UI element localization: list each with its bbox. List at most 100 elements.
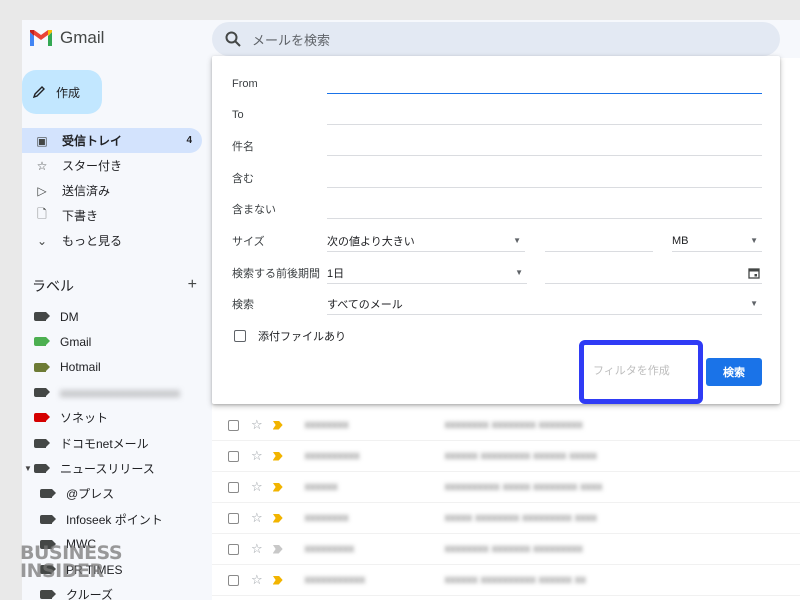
- sidebar-item-more[interactable]: ⌄ もっと見る: [22, 228, 202, 253]
- add-label-button[interactable]: +: [188, 276, 197, 296]
- list-item[interactable]: ☆ xxxxxx xxxxxxxxxx xxxxx xxxxxxxx xxxx: [212, 472, 800, 503]
- sidebar-item-sent[interactable]: ▷ 送信済み: [22, 178, 202, 203]
- gmail-m-icon: [30, 30, 52, 46]
- label-tag-icon: [34, 463, 50, 473]
- sender: xxxxxxxx: [304, 512, 349, 524]
- label-item-infoseek[interactable]: Infoseek ポイント: [22, 506, 202, 531]
- list-item[interactable]: ☆ xxxxxxxxxx xxxxxx xxxxxxxxx xxxxxx xxxxx: [212, 441, 800, 472]
- sidebar-item-inbox[interactable]: ▣ 受信トレイ 4: [22, 128, 202, 153]
- label-item-hotmail[interactable]: Hotmail: [22, 355, 202, 380]
- label-item-gmail[interactable]: Gmail: [22, 329, 202, 354]
- has-attachment-checkbox[interactable]: [234, 330, 246, 342]
- search-scope-select[interactable]: すべてのメール ▼: [327, 293, 762, 315]
- subject: xxxxxx xxxxxxxxx xxxxxx xxxxx: [444, 450, 597, 462]
- star-icon[interactable]: ☆: [251, 572, 263, 588]
- create-filter-highlight: フィルタを作成: [579, 340, 703, 404]
- search-input[interactable]: メールを検索: [252, 30, 330, 49]
- sidebar-item-label: もっと見る: [62, 234, 123, 248]
- search-scope-label: 検索: [232, 299, 254, 311]
- unread-count: 4: [186, 135, 192, 146]
- row-checkbox[interactable]: [228, 419, 239, 431]
- doesnt-have-field[interactable]: 含まない: [232, 197, 762, 221]
- label-tag-icon: [34, 438, 50, 448]
- label-item-dm[interactable]: DM: [22, 304, 202, 329]
- list-item[interactable]: ☆ xxxxxxxx xxxxxxxx xxxxxxxx xxxxxxxx: [212, 410, 800, 441]
- important-icon[interactable]: [272, 575, 283, 585]
- row-checkbox[interactable]: [228, 512, 239, 524]
- important-icon[interactable]: [272, 420, 283, 430]
- row-checkbox[interactable]: [228, 574, 239, 586]
- size-unit-select[interactable]: MB ▼: [672, 230, 762, 252]
- date-input[interactable]: [545, 262, 762, 284]
- label-name: Gmail: [60, 334, 92, 349]
- create-filter-button[interactable]: フィルタを作成: [593, 362, 670, 378]
- label-item-docomo[interactable]: ドコモnetメール: [22, 430, 202, 455]
- to-underline: [327, 124, 762, 125]
- important-icon[interactable]: [272, 544, 283, 554]
- search-filter-dialog: From To 件名 含む 含まない サイズ 次の値より大きい ▼ MB ▼ 検…: [212, 56, 780, 404]
- from-field[interactable]: From: [232, 72, 762, 96]
- star-icon[interactable]: ☆: [251, 541, 263, 557]
- sidebar-item-drafts[interactable]: 🗋 下書き: [22, 203, 202, 228]
- subject-field[interactable]: 件名: [232, 134, 762, 158]
- size-value-input[interactable]: [545, 230, 653, 252]
- row-checkbox[interactable]: [228, 481, 239, 493]
- compose-label: 作成: [56, 85, 81, 100]
- label-tag-icon: [40, 514, 56, 524]
- subject-underline: [327, 155, 762, 156]
- star-icon[interactable]: ☆: [251, 479, 263, 495]
- sidebar-item-label: スター付き: [62, 159, 123, 173]
- to-field[interactable]: To: [232, 103, 762, 127]
- label-item-atpress[interactable]: @プレス: [22, 481, 202, 506]
- dropdown-arrow-icon: ▼: [515, 268, 523, 277]
- calendar-icon[interactable]: [748, 267, 760, 279]
- star-icon[interactable]: ☆: [251, 510, 263, 526]
- list-item[interactable]: ☆ xxxxxxxxxxx xxxxxx xxxxxxxxxx xxxxxx xx: [212, 565, 800, 596]
- labels-title: ラベル: [32, 278, 74, 294]
- label-tag-icon: [34, 388, 50, 398]
- sidebar-item-starred[interactable]: ☆ スター付き: [22, 153, 202, 178]
- important-icon[interactable]: [272, 482, 283, 492]
- inbox-icon: ▣: [36, 133, 48, 148]
- label-name-blurred: xxxxxxxxxxxxxxxxxxxx: [60, 385, 180, 400]
- sidebar-item-label: 下書き: [62, 209, 99, 223]
- expand-caret-icon[interactable]: ▼: [24, 464, 32, 473]
- list-item[interactable]: ☆xxxxxxxxxxxxxxxx xxxxxx xxxxxxxx xx: [212, 596, 800, 600]
- row-checkbox[interactable]: [228, 450, 239, 462]
- subject: xxxxxxxx xxxxxxx xxxxxxxxx: [444, 543, 583, 555]
- has-attachment-option[interactable]: 添付ファイルあり: [234, 328, 346, 344]
- sender: xxxxxxxx: [304, 419, 349, 431]
- star-icon[interactable]: ☆: [251, 417, 263, 433]
- sidebar-nav: ▣ 受信トレイ 4 ☆ スター付き ▷ 送信済み 🗋 下書き ⌄ もっと見る: [22, 128, 202, 253]
- business-insider-watermark: BUSINESS INSIDER: [20, 543, 123, 580]
- size-operator-select[interactable]: 次の値より大きい ▼: [327, 230, 525, 252]
- has-attachment-label: 添付ファイルあり: [258, 331, 346, 343]
- important-icon[interactable]: [272, 513, 283, 523]
- label-item-newsrelease[interactable]: ▼ ニュースリリース: [22, 456, 202, 481]
- label-tag-icon: [34, 413, 50, 423]
- search-icon[interactable]: [224, 30, 242, 48]
- compose-button[interactable]: 作成: [22, 70, 102, 114]
- label-name: DM: [60, 309, 79, 324]
- label-item-sonet[interactable]: ソネット: [22, 405, 202, 430]
- star-icon[interactable]: ☆: [251, 448, 263, 464]
- search-scope-value: すべてのメール: [327, 298, 403, 311]
- row-checkbox[interactable]: [228, 543, 239, 555]
- search-button[interactable]: 検索: [706, 358, 762, 386]
- subject: xxxxx xxxxxxxx xxxxxxxxx xxxx: [444, 512, 597, 524]
- list-item[interactable]: ☆ xxxxxxxxx xxxxxxxx xxxxxxx xxxxxxxxx: [212, 534, 800, 565]
- date-within-label: 検索する前後期間: [232, 268, 320, 280]
- important-icon[interactable]: [272, 451, 283, 461]
- gmail-logo[interactable]: Gmail: [28, 28, 104, 48]
- pencil-icon: [32, 86, 45, 99]
- label-item-cruise[interactable]: クルーズ: [22, 582, 202, 600]
- list-item[interactable]: ☆ xxxxxxxx xxxxx xxxxxxxx xxxxxxxxx xxxx: [212, 503, 800, 534]
- to-label: To: [232, 109, 244, 121]
- from-label: From: [232, 78, 258, 90]
- search-bar[interactable]: メールを検索: [212, 22, 780, 56]
- has-words-field[interactable]: 含む: [232, 166, 762, 190]
- size-operator-value: 次の値より大きい: [327, 235, 415, 248]
- label-item-redacted[interactable]: xxxxxxxxxxxxxxxxxxxx: [22, 380, 202, 405]
- date-within-select[interactable]: 1日 ▼: [327, 262, 527, 284]
- dropdown-arrow-icon: ▼: [750, 236, 758, 245]
